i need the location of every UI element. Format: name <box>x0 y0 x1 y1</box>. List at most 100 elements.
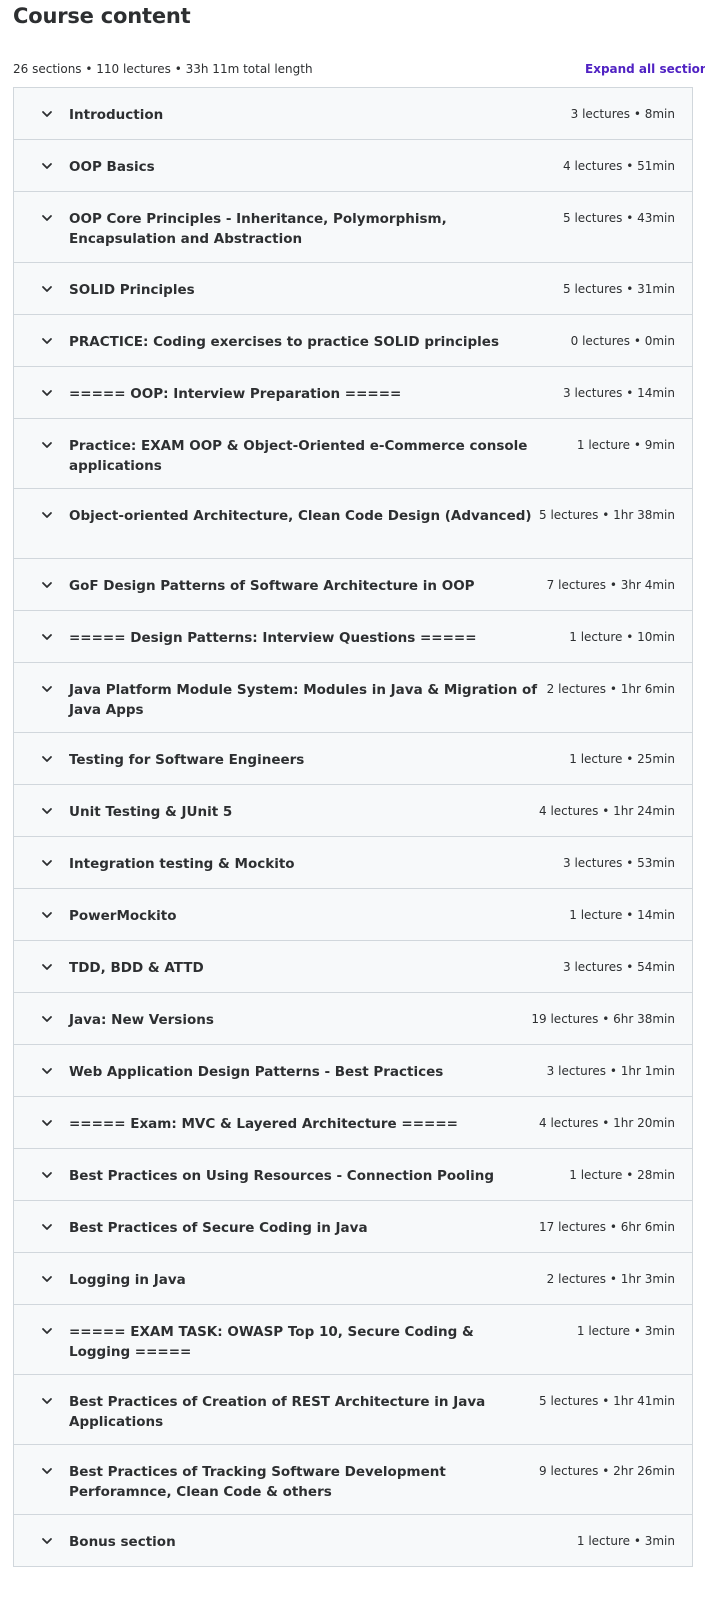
chevron-down-icon <box>42 808 52 814</box>
section-title: Best Practices on Using Resources - Conn… <box>69 1168 494 1184</box>
section-lecture-count: 1 lecture • 3min <box>576 1534 675 1548</box>
section-title: Best Practices of Tracking Software Deve… <box>69 1464 446 1500</box>
chevron-down-icon <box>42 1016 52 1022</box>
chevron-down-icon <box>42 1328 52 1334</box>
course-section[interactable]: Practice: EXAM OOP & Object-Oriented e-C… <box>14 419 692 489</box>
chevron-down-icon <box>42 1398 52 1404</box>
course-section[interactable]: Introduction 3 lectures • 8min <box>14 88 692 140</box>
section-lecture-count: 1 lecture • 3min <box>576 1324 675 1338</box>
course-section[interactable]: TDD, BDD & ATTD 3 lectures • 54min <box>14 941 692 993</box>
chevron-down-icon <box>42 1120 52 1126</box>
section-lecture-count: 1 lecture • 28min <box>569 1168 675 1182</box>
section-title: PRACTICE: Coding exercises to practice S… <box>69 334 499 350</box>
section-title: Practice: EXAM OOP & Object-Oriented e-C… <box>69 438 528 474</box>
section-title: ===== OOP: Interview Preparation ===== <box>69 386 402 402</box>
section-lecture-count: 5 lectures • 43min <box>563 211 675 225</box>
section-title: ===== Design Patterns: Interview Questio… <box>69 630 477 646</box>
chevron-down-icon <box>42 163 52 169</box>
section-title: SOLID Principles <box>69 282 195 298</box>
section-lecture-count: 5 lectures • 1hr 41min <box>539 1394 675 1408</box>
section-title: GoF Design Patterns of Software Architec… <box>69 578 475 594</box>
chevron-down-icon <box>42 686 52 692</box>
course-section[interactable]: Java Platform Module System: Modules in … <box>14 663 692 733</box>
course-section[interactable]: PRACTICE: Coding exercises to practice S… <box>14 315 692 367</box>
course-section[interactable]: Logging in Java 2 lectures • 1hr 3min <box>14 1253 692 1305</box>
section-title: Bonus section <box>69 1534 176 1550</box>
section-lecture-count: 5 lectures • 31min <box>563 282 675 296</box>
chevron-down-icon <box>42 860 52 866</box>
course-section[interactable]: ===== OOP: Interview Preparation ===== 3 … <box>14 367 692 419</box>
course-section[interactable]: Best Practices of Secure Coding in Java 1… <box>14 1201 692 1253</box>
section-lecture-count: 1 lecture • 10min <box>569 630 675 644</box>
course-section[interactable]: Best Practices of Tracking Software Deve… <box>14 1445 692 1515</box>
chevron-down-icon <box>42 442 52 448</box>
section-title: Object-oriented Architecture, Clean Code… <box>69 508 532 524</box>
course-section[interactable]: ===== Exam: MVC & Layered Architecture =… <box>14 1097 692 1149</box>
chevron-down-icon <box>42 1276 52 1282</box>
chevron-down-icon <box>42 634 52 640</box>
course-section[interactable]: Java: New Versions 19 lectures • 6hr 38mi… <box>14 993 692 1045</box>
section-lecture-count: 0 lectures • 0min <box>570 334 675 348</box>
chevron-down-icon <box>42 215 52 221</box>
section-lecture-count: 2 lectures • 1hr 6min <box>546 682 675 696</box>
section-title: Unit Testing & JUnit 5 <box>69 804 233 820</box>
section-lecture-count: 3 lectures • 54min <box>563 960 675 974</box>
course-summary-row: 26 sections • 110 lectures • 33h 11m tot… <box>13 62 705 78</box>
section-title: Best Practices of Creation of REST Archi… <box>69 1394 486 1430</box>
section-title: Logging in Java <box>69 1272 186 1288</box>
section-lecture-count: 2 lectures • 1hr 3min <box>546 1272 675 1286</box>
chevron-down-icon <box>42 582 52 588</box>
sections-list: Introduction 3 lectures • 8min OOP Basics 4… <box>13 87 693 1567</box>
course-section[interactable]: Unit Testing & JUnit 5 4 lectures • 1hr 2… <box>14 785 692 837</box>
section-title: Introduction <box>69 107 164 123</box>
section-lecture-count: 3 lectures • 8min <box>570 107 675 121</box>
section-title: Web Application Design Patterns - Best P… <box>69 1064 444 1080</box>
course-section[interactable]: SOLID Principles 5 lectures • 31min <box>14 263 692 315</box>
chevron-down-icon <box>42 1068 52 1074</box>
section-title: Java: New Versions <box>69 1012 214 1028</box>
section-lecture-count: 5 lectures • 1hr 38min <box>539 508 675 522</box>
section-lecture-count: 4 lectures • 51min <box>563 159 675 173</box>
expand-all-sections-button[interactable]: Expand all sections <box>585 62 705 76</box>
section-title: OOP Core Principles - Inheritance, Polym… <box>69 211 447 247</box>
section-lecture-count: 9 lectures • 2hr 26min <box>539 1464 675 1478</box>
chevron-down-icon <box>42 1468 52 1474</box>
section-lecture-count: 3 lectures • 1hr 1min <box>546 1064 675 1078</box>
section-lecture-count: 4 lectures • 1hr 24min <box>539 804 675 818</box>
section-lecture-count: 17 lectures • 6hr 6min <box>539 1220 675 1234</box>
chevron-down-icon <box>42 912 52 918</box>
section-title: Java Platform Module System: Modules in … <box>69 682 538 718</box>
chevron-down-icon <box>42 756 52 762</box>
page-title: Course content <box>13 4 191 28</box>
course-content-panel: Course content 26 sections • 110 lecture… <box>0 0 705 1597</box>
section-lecture-count: 3 lectures • 14min <box>563 386 675 400</box>
chevron-down-icon <box>42 338 52 344</box>
course-section[interactable]: Object-oriented Architecture, Clean Code… <box>14 489 692 559</box>
course-section[interactable]: ===== EXAM TASK: OWASP Top 10, Secure Co… <box>14 1305 692 1375</box>
course-section[interactable]: GoF Design Patterns of Software Architec… <box>14 559 692 611</box>
section-title: PowerMockito <box>69 908 177 924</box>
course-section[interactable]: Bonus section 1 lecture • 3min <box>14 1515 692 1567</box>
chevron-down-icon <box>42 1224 52 1230</box>
section-lecture-count: 3 lectures • 53min <box>563 856 675 870</box>
course-section[interactable]: Best Practices on Using Resources - Conn… <box>14 1149 692 1201</box>
course-section[interactable]: PowerMockito 1 lecture • 14min <box>14 889 692 941</box>
chevron-down-icon <box>42 1172 52 1178</box>
chevron-down-icon <box>42 1538 52 1544</box>
course-section[interactable]: OOP Basics 4 lectures • 51min <box>14 140 692 192</box>
chevron-down-icon <box>42 111 52 117</box>
course-section[interactable]: Testing for Software Engineers 1 lecture … <box>14 733 692 785</box>
course-section[interactable]: Integration testing & Mockito 3 lectures … <box>14 837 692 889</box>
course-section[interactable]: Web Application Design Patterns - Best P… <box>14 1045 692 1097</box>
section-title: OOP Basics <box>69 159 155 175</box>
section-title: ===== EXAM TASK: OWASP Top 10, Secure Co… <box>69 1324 474 1360</box>
chevron-down-icon <box>42 512 52 518</box>
course-section[interactable]: OOP Core Principles - Inheritance, Polym… <box>14 192 692 263</box>
course-section[interactable]: ===== Design Patterns: Interview Questio… <box>14 611 692 663</box>
chevron-down-icon <box>42 964 52 970</box>
chevron-down-icon <box>42 286 52 292</box>
course-section[interactable]: Best Practices of Creation of REST Archi… <box>14 1375 692 1445</box>
section-title: Testing for Software Engineers <box>69 752 305 768</box>
section-title: ===== Exam: MVC & Layered Architecture =… <box>69 1116 458 1132</box>
section-lecture-count: 19 lectures • 6hr 38min <box>531 1012 675 1026</box>
